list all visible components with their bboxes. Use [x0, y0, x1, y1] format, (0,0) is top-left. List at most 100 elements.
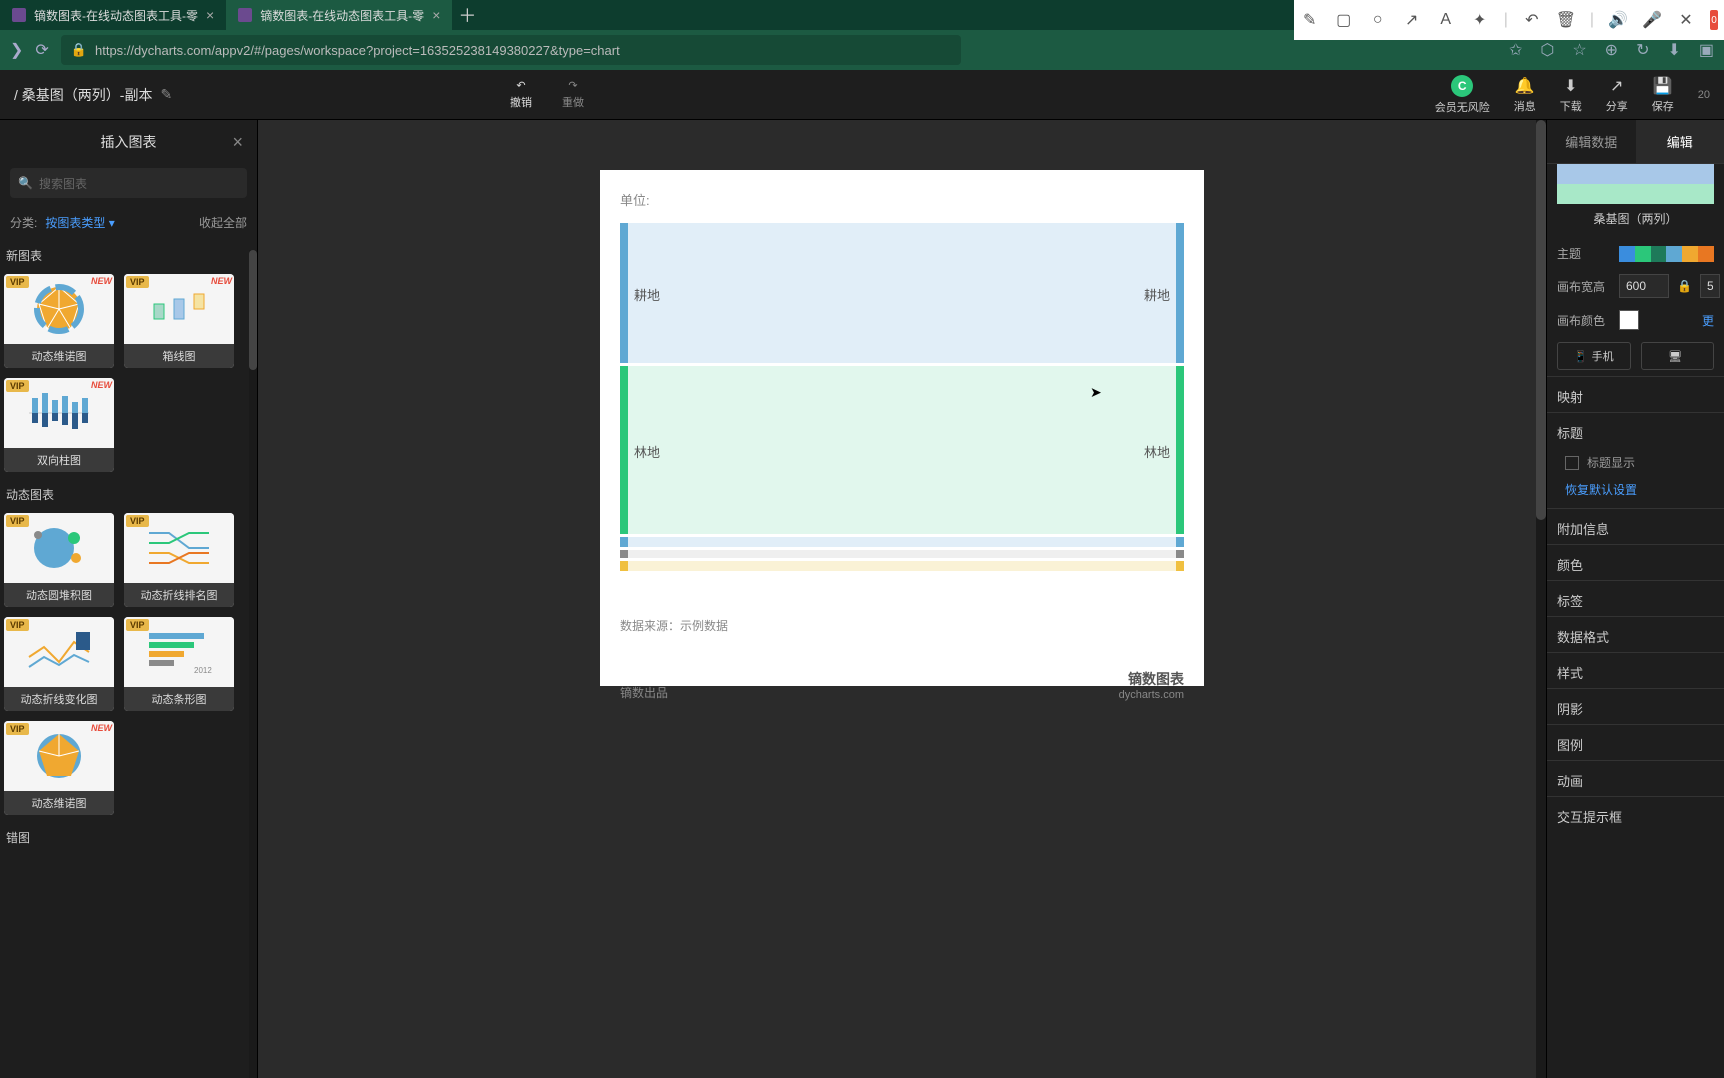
more-colors-link[interactable]: 更 — [1702, 312, 1714, 329]
sync-icon[interactable]: ↻ — [1636, 40, 1649, 60]
back-icon[interactable]: ❯ — [10, 40, 23, 60]
address-bar[interactable]: 🔒 https://dycharts.com/appv2/#/pages/wor… — [61, 35, 961, 65]
circle-icon[interactable]: ○ — [1368, 10, 1388, 30]
chart-card-line-change[interactable]: VIP 动态折线变化图 — [4, 617, 114, 711]
section-shadow[interactable]: 阴影 — [1547, 688, 1724, 724]
device-pc-button[interactable]: 🖥 — [1641, 342, 1715, 370]
voronoi2-thumb-icon — [29, 731, 89, 781]
lock-icon: 🔒 — [71, 42, 87, 58]
section-new-charts: 新图表 — [0, 237, 257, 270]
prop-size: 画布宽高 🔒 — [1547, 268, 1724, 304]
square-icon[interactable]: ▢ — [1334, 10, 1354, 30]
redo-button[interactable]: ↷ 重做 — [562, 79, 584, 110]
chart-brand: 镝数图表 dycharts.com — [1119, 669, 1184, 701]
notification-badge[interactable]: 0 — [1710, 10, 1718, 30]
panel-close-icon[interactable]: × — [232, 132, 243, 153]
vip-button[interactable]: C 会员无风险 — [1435, 75, 1490, 115]
canvas-width-input[interactable] — [1619, 274, 1669, 298]
section-color[interactable]: 颜色 — [1547, 544, 1724, 580]
section-mapping[interactable]: 映射 — [1547, 376, 1724, 412]
sound-icon[interactable]: 🔊 — [1608, 10, 1628, 30]
canvas-area[interactable]: 单位: 耕地林地耕地林地 数据来源：示例数据 镝数出品 镝数图表 dychart… — [258, 120, 1546, 1078]
canvas-scrollbar[interactable] — [1536, 120, 1546, 1078]
text-icon[interactable]: A — [1436, 10, 1456, 30]
chart-canvas[interactable]: 单位: 耕地林地耕地林地 数据来源：示例数据 镝数出品 镝数图表 dychart… — [600, 170, 1204, 686]
section-style[interactable]: 样式 — [1547, 652, 1724, 688]
messages-button[interactable]: 🔔 消息 — [1514, 76, 1536, 114]
bg-color-swatch[interactable] — [1619, 310, 1639, 330]
section-label[interactable]: 标签 — [1547, 580, 1724, 616]
left-panel: 插入图表 × 🔍 搜索图表 分类: 按图表类型 ▾ 收起全部 新图表 VIPNE… — [0, 120, 258, 1078]
canvas-scrollbar-thumb[interactable] — [1536, 120, 1546, 520]
share-button[interactable]: ↗ 分享 — [1606, 76, 1628, 114]
title-show-checkbox[interactable]: 标题显示 — [1547, 448, 1724, 477]
chart-card-voronoi[interactable]: VIPNEW 动态维诺图 — [4, 274, 114, 368]
theme-swatches[interactable] — [1619, 246, 1714, 262]
right-panel: 编辑数据 编辑 桑基图（两列） 主题 画布宽高 🔒 画布颜色 更 📱手机 🖥 — [1546, 120, 1724, 1078]
lock-aspect-icon[interactable]: 🔒 — [1677, 279, 1692, 293]
tab-edit[interactable]: 编辑 — [1636, 120, 1724, 163]
undo-button[interactable]: ↶ 撤销 — [510, 79, 532, 110]
left-scrollbar[interactable] — [249, 250, 257, 1078]
section-tooltip[interactable]: 交互提示框 — [1547, 796, 1724, 832]
tab-close-icon[interactable]: × — [432, 7, 440, 23]
download-icon: ⬇ — [1564, 76, 1577, 96]
filter-by-type[interactable]: 按图表类型 ▾ — [45, 214, 114, 231]
url-text: https://dycharts.com/appv2/#/pages/works… — [95, 43, 620, 58]
filter-row: 分类: 按图表类型 ▾ 收起全部 — [0, 208, 257, 237]
section-format[interactable]: 数据格式 — [1547, 616, 1724, 652]
section-extra[interactable]: 附加信息 — [1547, 508, 1724, 544]
search-input[interactable]: 🔍 搜索图表 — [10, 168, 247, 198]
chart-card-bidir-bar[interactable]: VIPNEW 双向柱图 — [4, 378, 114, 472]
chart-card-bar-race[interactable]: VIP 2012 动态条形图 — [124, 617, 234, 711]
data-source: 数据来源：示例数据 — [620, 617, 1184, 634]
mouse-cursor-icon: ➤ — [1090, 384, 1102, 401]
chart-preview-label: 桑基图（两列） — [1547, 210, 1724, 227]
doc-title: / 桑基图（两列）-副本 ✎ — [14, 85, 172, 105]
section-animation[interactable]: 动画 — [1547, 760, 1724, 796]
browser-tab-1[interactable]: 镝数图表-在线动态图表工具-零 × — [0, 0, 226, 30]
wand-icon[interactable]: ✦ — [1470, 10, 1490, 30]
restore-defaults-link[interactable]: 恢复默认设置 — [1547, 477, 1724, 508]
section-legend[interactable]: 图例 — [1547, 724, 1724, 760]
favorites-icon[interactable]: ☆ — [1572, 40, 1586, 60]
section-title[interactable]: 标题 — [1547, 412, 1724, 448]
svg-text:2012: 2012 — [194, 666, 212, 675]
tab-edit-data[interactable]: 编辑数据 — [1547, 120, 1636, 163]
section-other: 错图 — [0, 819, 257, 852]
chart-card-voronoi2[interactable]: VIPNEW 动态维诺图 — [4, 721, 114, 815]
tab-title: 镝数图表-在线动态图表工具-零 — [260, 7, 424, 24]
save-button[interactable]: 💾 保存 — [1652, 76, 1674, 114]
star-icon[interactable]: ✩ — [1509, 40, 1522, 60]
chart-card-circle-stack[interactable]: VIP 动态圆堆积图 — [4, 513, 114, 607]
pencil-icon[interactable]: ✎ — [1300, 10, 1320, 30]
trash-icon[interactable]: 🗑 — [1556, 10, 1576, 30]
close-icon[interactable]: ✕ — [1676, 10, 1696, 30]
mic-icon[interactable]: 🎤 — [1642, 10, 1662, 30]
app-icon[interactable]: ▣ — [1699, 40, 1714, 60]
collections-icon[interactable]: ⊕ — [1605, 40, 1618, 60]
extension-icon[interactable]: ⬡ — [1540, 40, 1554, 60]
chart-card-boxplot[interactable]: VIPNEW 箱线图 — [124, 274, 234, 368]
chart-unit-label: 单位: — [620, 190, 1184, 209]
undo-icon: ↶ — [516, 79, 525, 92]
bar-race-thumb-icon: 2012 — [144, 627, 214, 677]
collapse-all-button[interactable]: 收起全部 — [199, 214, 247, 231]
browser-tab-2[interactable]: 镝数图表-在线动态图表工具-零 × — [226, 0, 452, 30]
vip-badge-icon: C — [1451, 75, 1473, 97]
chart-preview-thumb[interactable] — [1557, 164, 1714, 204]
edit-title-icon[interactable]: ✎ — [160, 86, 172, 103]
device-phone-button[interactable]: 📱手机 — [1557, 342, 1631, 370]
download-button[interactable]: ⬇ 下载 — [1560, 76, 1582, 114]
section-dynamic-charts: 动态图表 — [0, 476, 257, 509]
arrow-icon[interactable]: ↗ — [1402, 10, 1422, 30]
circle-stack-thumb-icon — [24, 523, 94, 573]
canvas-height-input[interactable] — [1700, 274, 1720, 298]
undo-icon[interactable]: ↶ — [1522, 10, 1542, 30]
downloads-icon[interactable]: ⬇ — [1667, 40, 1680, 60]
chart-card-line-rank[interactable]: VIP 动态折线排名图 — [124, 513, 234, 607]
left-scrollbar-thumb[interactable] — [249, 250, 257, 370]
new-tab-button[interactable]: ＋ — [452, 0, 482, 30]
tab-close-icon[interactable]: × — [206, 7, 214, 23]
reload-icon[interactable]: ⟳ — [35, 40, 48, 60]
